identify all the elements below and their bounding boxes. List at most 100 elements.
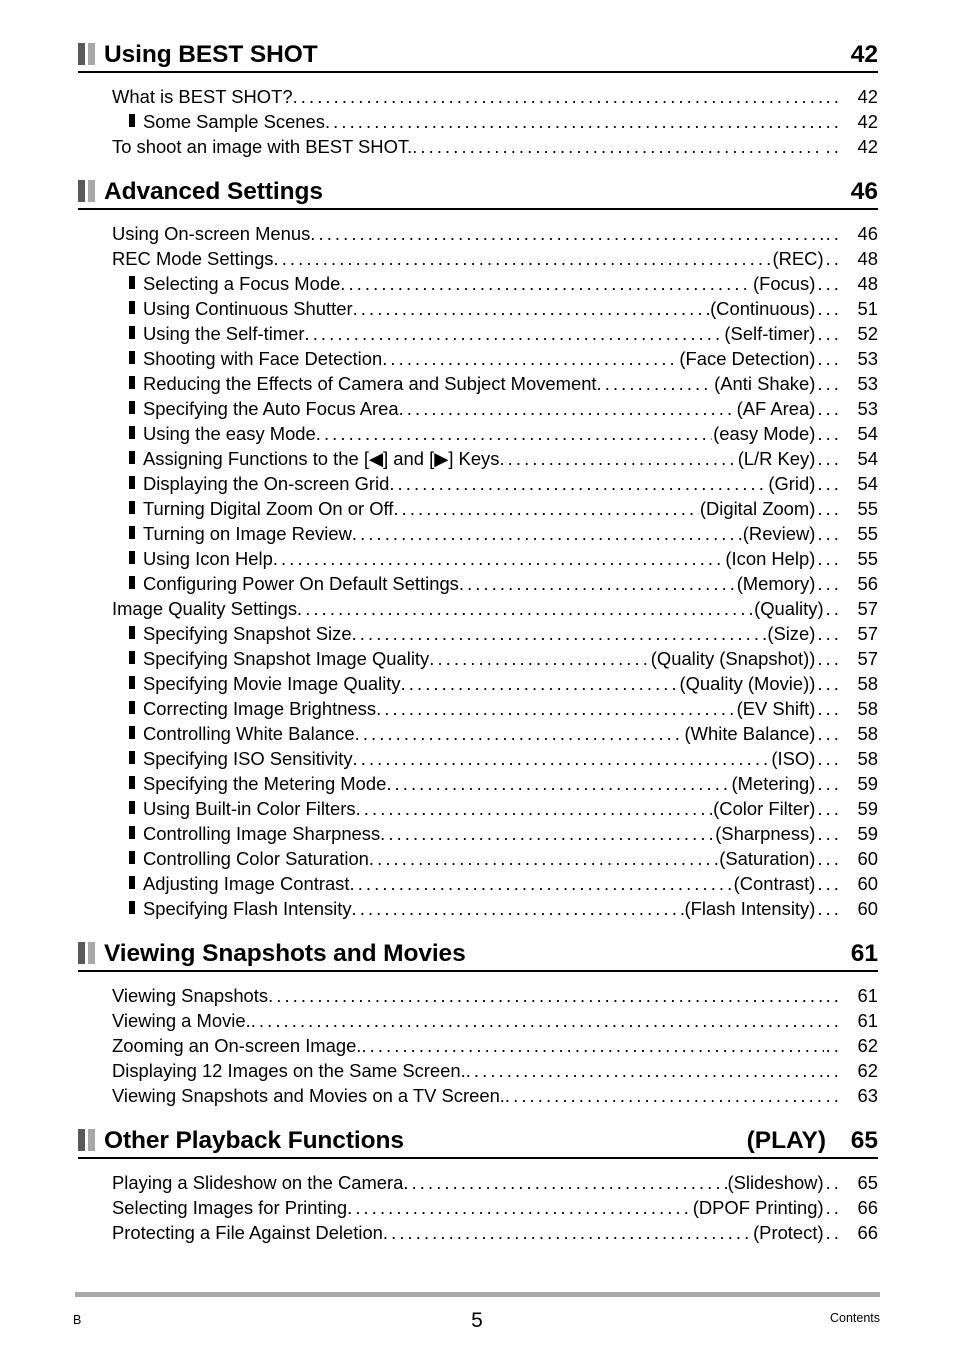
entry-page-number[interactable]: 53 <box>842 396 878 421</box>
entry-page-number[interactable]: 42 <box>842 109 878 134</box>
entry-page-number[interactable]: 59 <box>842 821 878 846</box>
entry-page-number[interactable]: 66 <box>842 1195 878 1220</box>
toc-entry[interactable]: Image Quality Settings (Quality)..57 <box>78 596 878 621</box>
section-header[interactable]: Other Playback Functions (PLAY) 65 <box>78 1126 878 1159</box>
toc-entry[interactable]: Using Built-in Color Filters (Color Filte… <box>78 796 878 821</box>
entry-page-number[interactable]: 53 <box>842 371 878 396</box>
toc-entry[interactable]: Some Sample Scenes...42 <box>78 109 878 134</box>
toc-entry[interactable]: Using the Self-timer (Self-timer)...52 <box>78 321 878 346</box>
entry-page-number[interactable]: 48 <box>842 246 878 271</box>
toc-entry[interactable]: Correcting Image Brightness (EV Shift)...… <box>78 696 878 721</box>
toc-entry[interactable]: Specifying Flash Intensity (Flash Intensi… <box>78 896 878 921</box>
entry-page-number[interactable]: 48 <box>842 271 878 296</box>
entry-page-number[interactable]: 61 <box>842 1008 878 1033</box>
toc-entry[interactable]: Using the easy Mode (easy Mode)...54 <box>78 421 878 446</box>
toc-entry[interactable]: Controlling White Balance (White Balance)… <box>78 721 878 746</box>
toc-entry[interactable]: Shooting with Face Detection (Face Detect… <box>78 346 878 371</box>
entry-page-number[interactable]: 58 <box>842 671 878 696</box>
entry-page-number[interactable]: 55 <box>842 496 878 521</box>
entry-title: Specifying ISO Sensitivity <box>143 748 353 769</box>
toc-entry[interactable]: Reducing the Effects of Camera and Subje… <box>78 371 878 396</box>
toc-entry[interactable]: Zooming an On-screen Image...62 <box>78 1033 878 1058</box>
toc-entry[interactable]: Controlling Image Sharpness (Sharpness)..… <box>78 821 878 846</box>
entry-page-number[interactable]: 63 <box>842 1083 878 1108</box>
entry-page-number[interactable]: 56 <box>842 571 878 596</box>
entry-page-number[interactable]: 42 <box>842 134 878 159</box>
entry-page-number[interactable]: 54 <box>842 471 878 496</box>
entry-title: Correcting Image Brightness <box>143 698 377 719</box>
entry-page-number[interactable]: 55 <box>842 546 878 571</box>
toc-entry[interactable]: Specifying Movie Image Quality (Quality (… <box>78 671 878 696</box>
trailing-dots: ... <box>817 348 842 369</box>
entry-bullet-icon <box>129 351 135 364</box>
toc-entry[interactable]: Specifying ISO Sensitivity (ISO)...58 <box>78 746 878 771</box>
toc-entry[interactable]: Viewing a Movie...61 <box>78 1008 878 1033</box>
section-header[interactable]: Advanced Settings 46 <box>78 177 878 210</box>
entry-page-number[interactable]: 65 <box>842 1170 878 1195</box>
dot-leader <box>597 371 714 396</box>
entry-bullet-icon <box>129 526 135 539</box>
section-page-number[interactable]: 65 <box>842 1127 878 1155</box>
dot-leader <box>353 296 709 321</box>
entry-page-number[interactable]: 62 <box>842 1033 878 1058</box>
toc-entry[interactable]: Using On-screen Menus..46 <box>78 221 878 246</box>
trailing-dots: ... <box>817 398 842 419</box>
toc-entry[interactable]: Turning on Image Review (Review)...55 <box>78 521 878 546</box>
entry-page-number[interactable]: 58 <box>842 696 878 721</box>
trailing-dots: .. <box>825 223 842 244</box>
toc-entry[interactable]: Viewing Snapshots..61 <box>78 983 878 1008</box>
toc-entry[interactable]: Playing a Slideshow on the Camera (Slides… <box>78 1170 878 1195</box>
trailing-dots: ... <box>817 323 842 344</box>
entry-page-number[interactable]: 60 <box>842 896 878 921</box>
toc-entry[interactable]: Using Continuous Shutter (Continuous)...5… <box>78 296 878 321</box>
toc-entry[interactable]: Protecting a File Against Deletion (Prote… <box>78 1220 878 1245</box>
entry-page-number[interactable]: 57 <box>842 646 878 671</box>
toc-entry[interactable]: Viewing Snapshots and Movies on a TV Scr… <box>78 1083 878 1108</box>
entry-page-number[interactable]: 52 <box>842 321 878 346</box>
toc-entry[interactable]: REC Mode Settings (REC)..48 <box>78 246 878 271</box>
toc-entry[interactable]: Adjusting Image Contrast (Contrast)...60 <box>78 871 878 896</box>
toc-entry[interactable]: What is BEST SHOT?..42 <box>78 84 878 109</box>
dot-leader <box>340 271 752 296</box>
entry-page-number[interactable]: 58 <box>842 746 878 771</box>
entry-page-number[interactable]: 53 <box>842 346 878 371</box>
entry-page-number[interactable]: 51 <box>842 296 878 321</box>
entry-setting-tag: (ISO) <box>771 748 816 769</box>
entry-page-number[interactable]: 58 <box>842 721 878 746</box>
entry-page-number[interactable]: 62 <box>842 1058 878 1083</box>
entry-bullet-icon <box>129 826 135 839</box>
toc-entry[interactable]: Specifying Snapshot Size (Size)...57 <box>78 621 878 646</box>
entry-page-number[interactable]: 54 <box>842 421 878 446</box>
toc-entry[interactable]: To shoot an image with BEST SHOT...42 <box>78 134 878 159</box>
toc-entry[interactable]: Specifying Snapshot Image Quality (Qualit… <box>78 646 878 671</box>
toc-entry[interactable]: Using Icon Help (Icon Help)...55 <box>78 546 878 571</box>
toc-entry[interactable]: Assigning Functions to the [◀] and [▶] K… <box>78 446 878 471</box>
toc-entry[interactable]: Turning Digital Zoom On or Off (Digital Z… <box>78 496 878 521</box>
entry-page-number[interactable]: 60 <box>842 871 878 896</box>
entry-page-number[interactable]: 57 <box>842 596 878 621</box>
entry-page-number[interactable]: 59 <box>842 796 878 821</box>
entry-page-number[interactable]: 55 <box>842 521 878 546</box>
section-page-number[interactable]: 46 <box>842 178 878 206</box>
toc-entry[interactable]: Configuring Power On Default Settings (Me… <box>78 571 878 596</box>
entry-page-number[interactable]: 54 <box>842 446 878 471</box>
entry-page-number[interactable]: 66 <box>842 1220 878 1245</box>
section-header[interactable]: Viewing Snapshots and Movies 61 <box>78 939 878 972</box>
entry-page-number[interactable]: 60 <box>842 846 878 871</box>
toc-entry[interactable]: Specifying the Auto Focus Area (AF Area).… <box>78 396 878 421</box>
entry-page-number[interactable]: 46 <box>842 221 878 246</box>
toc-entry[interactable]: Controlling Color Saturation (Saturation)… <box>78 846 878 871</box>
section-page-number[interactable]: 42 <box>842 41 878 69</box>
entry-page-number[interactable]: 57 <box>842 621 878 646</box>
entry-page-number[interactable]: 59 <box>842 771 878 796</box>
entry-page-number[interactable]: 42 <box>842 84 878 109</box>
trailing-dots: .. <box>825 248 842 269</box>
entry-page-number[interactable]: 61 <box>842 983 878 1008</box>
toc-entry[interactable]: Displaying the On-screen Grid (Grid)...54 <box>78 471 878 496</box>
section-header[interactable]: Using BEST SHOT 42 <box>78 40 878 73</box>
toc-entry[interactable]: Selecting a Focus Mode (Focus)...48 <box>78 271 878 296</box>
toc-entry[interactable]: Selecting Images for Printing (DPOF Print… <box>78 1195 878 1220</box>
toc-entry[interactable]: Displaying 12 Images on the Same Screen.… <box>78 1058 878 1083</box>
section-page-number[interactable]: 61 <box>842 940 878 968</box>
toc-entry[interactable]: Specifying the Metering Mode (Metering)..… <box>78 771 878 796</box>
